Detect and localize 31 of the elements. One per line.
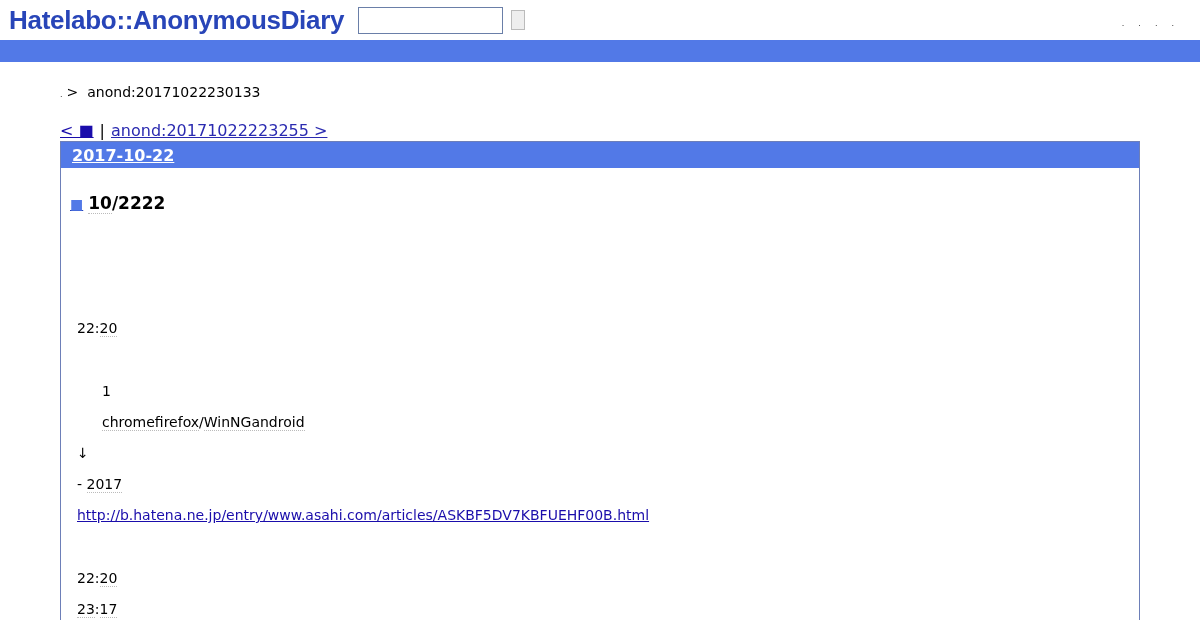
text: -	[77, 476, 84, 492]
text: :	[94, 601, 100, 617]
keyword-link[interactable]: 2017	[86, 476, 123, 493]
next-link[interactable]: anond:20171022223255 >	[111, 121, 328, 140]
pager-separator: |	[99, 121, 105, 140]
url-link[interactable]: http://b.hatena.ne.jp/entry/www.asahi.com/articles/ASKBF5DV7KBFUEHF00B.html	[77, 507, 650, 523]
text: ↓	[77, 445, 89, 461]
keyword-link[interactable]: WinNGandroid	[203, 414, 305, 431]
keyword-link[interactable]: 23	[77, 601, 95, 618]
text: 22:	[77, 570, 100, 586]
date-link[interactable]: 2017-10-22	[72, 145, 175, 165]
text: 1	[102, 383, 111, 399]
keyword-link[interactable]: 20	[99, 320, 118, 337]
keyword-link[interactable]: 17	[99, 601, 118, 618]
text: /2222	[111, 193, 166, 213]
nav-link[interactable]: .	[1121, 18, 1125, 28]
entry-marker-link[interactable]: ■	[70, 196, 84, 212]
keyword-link[interactable]: chromefirefox	[102, 414, 200, 431]
keyword-link[interactable]: 20	[99, 570, 118, 587]
keyword-link[interactable]: 10	[88, 193, 112, 214]
nav-link[interactable]: .	[1138, 18, 1141, 28]
site-logo[interactable]: Hatelabo::AnonymousDiary	[9, 4, 345, 36]
home-link[interactable]: .	[60, 90, 63, 99]
nav-link[interactable]: .	[1171, 18, 1174, 28]
text: /	[199, 414, 204, 430]
breadcrumb-separator: >	[66, 84, 79, 100]
entry-id: anond:20171022230133	[87, 84, 261, 100]
text: 22:	[77, 320, 100, 336]
previous-link[interactable]: < ■	[60, 121, 94, 140]
nav-link[interactable]: .	[1154, 18, 1158, 28]
search-field[interactable]	[358, 6, 504, 34]
